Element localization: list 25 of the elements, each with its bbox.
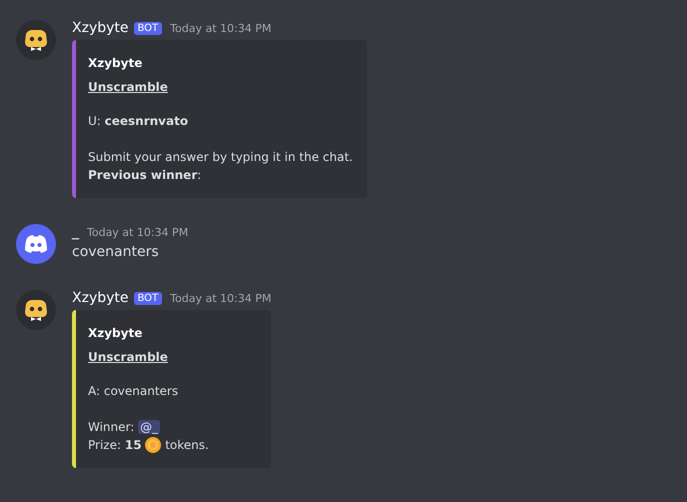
embed-text: A: covenanters (88, 384, 178, 398)
embed-text: Submit your answer by typing it in the chat. (88, 150, 353, 164)
embed-link[interactable]: Unscramble (88, 350, 168, 364)
embed-text: Prize: 15 (88, 438, 143, 452)
user-mention[interactable]: @_ (138, 420, 160, 434)
embed-text: Winner: (88, 420, 136, 434)
timestamp: Today at 10:34 PM (87, 226, 188, 238)
embed-text: U: ceesnrnvato (88, 114, 188, 128)
bot-avatar-icon[interactable] (16, 20, 56, 60)
bot-avatar-icon[interactable] (16, 290, 56, 330)
author-name[interactable]: Xzybyte (72, 290, 128, 306)
author-name[interactable]: _ (72, 224, 79, 240)
user-avatar-icon[interactable] (16, 224, 56, 264)
bot-tag: BOT (134, 22, 162, 34)
message-text: covenanters (72, 244, 160, 260)
timestamp: Today at 10:34 PM (170, 22, 272, 34)
author-name[interactable]: Xzybyte (72, 20, 128, 36)
embed-title: Xzybyte (88, 326, 144, 340)
embed-text: Previous winner: (88, 168, 202, 182)
embed-title: Xzybyte (88, 56, 144, 70)
embed-text: tokens. (164, 438, 209, 452)
embed-link[interactable]: Unscramble (88, 80, 168, 94)
coin-icon (145, 437, 162, 453)
timestamp: Today at 10:34 PM (170, 292, 272, 304)
bot-tag: BOT (134, 292, 162, 304)
